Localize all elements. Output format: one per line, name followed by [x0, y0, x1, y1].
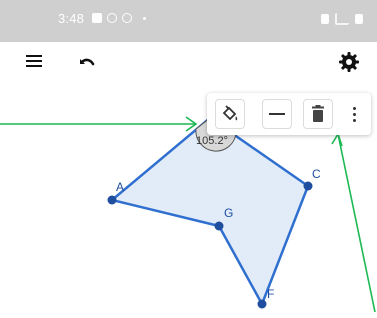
point-g[interactable] [214, 221, 224, 231]
app-notification-icon [107, 13, 117, 23]
more-notifications-icon [143, 16, 146, 20]
status-bar: 3:48 [0, 0, 377, 42]
alarm-icon [321, 14, 329, 24]
more-dot [352, 112, 356, 116]
settings-button[interactable] [337, 50, 361, 74]
hamburger-menu-icon [26, 55, 42, 57]
status-time: 3:48 [58, 11, 85, 26]
point-f[interactable] [257, 299, 267, 309]
undo-icon [80, 58, 95, 66]
signal-icon [335, 13, 349, 25]
line-style-button[interactable] [262, 99, 292, 129]
more-vertical-icon [352, 106, 356, 110]
status-notification-icons [92, 13, 146, 23]
hamburger-line [26, 65, 42, 67]
gear-icon [339, 52, 359, 72]
delete-button[interactable] [303, 99, 333, 129]
app-toolbar [0, 42, 377, 84]
angle-label: 105.2° [196, 135, 228, 147]
point-label-a: A [116, 180, 124, 194]
point-c[interactable] [303, 181, 313, 191]
status-system-icons [321, 13, 363, 25]
app-notification-icon-2 [122, 13, 132, 23]
more-options-button[interactable] [343, 99, 365, 129]
more-dot [352, 118, 356, 122]
point-label-f: F [267, 287, 274, 301]
menu-button[interactable] [26, 54, 44, 68]
paint-bucket-icon [222, 105, 238, 121]
point-label-c: C [312, 167, 321, 181]
point-a[interactable] [107, 195, 117, 205]
undo-button[interactable] [74, 50, 98, 74]
hamburger-line [26, 60, 42, 62]
style-bar [207, 93, 371, 135]
trash-icon [312, 105, 324, 122]
point-label-g: G [224, 206, 233, 220]
image-notification-icon [92, 13, 102, 23]
battery-icon [355, 14, 363, 24]
fill-color-button[interactable] [215, 99, 245, 129]
arrow-to-delete-button [337, 133, 376, 313]
line-style-icon [269, 113, 285, 115]
